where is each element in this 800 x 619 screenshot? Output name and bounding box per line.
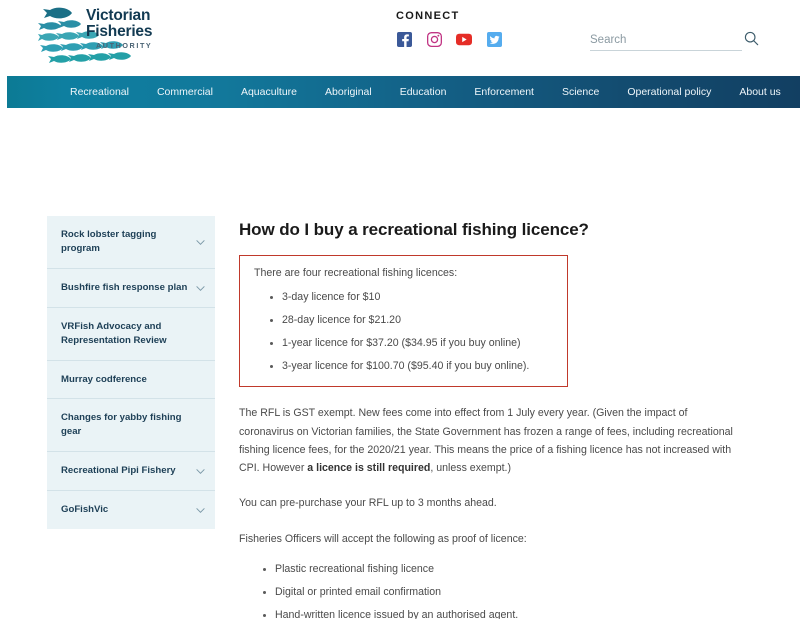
youtube-icon[interactable] <box>456 31 472 47</box>
facebook-icon[interactable] <box>396 31 412 47</box>
page-root: Victorian Fisheries AUTHORITY CONNECT Se… <box>0 0 800 619</box>
connect-block: CONNECT <box>396 10 536 47</box>
logo-authority: AUTHORITY <box>96 40 153 50</box>
chevron-down-icon <box>196 240 205 245</box>
paragraph-proof-intro: Fisheries Officers will accept the follo… <box>239 532 527 545</box>
licence-required-emphasis: a licence is still required <box>307 462 431 475</box>
chevron-down-icon <box>196 285 205 291</box>
logo-wordmark: Victorian Fisheries AUTHORITY <box>86 8 152 49</box>
paragraph-prepurchase: You can pre-purchase your RFL up to 3 mo… <box>239 497 497 510</box>
twitter-icon[interactable] <box>486 31 502 47</box>
licence-callout-box: There are four recreational fishing lice… <box>239 255 568 388</box>
nav-item-science[interactable]: Science <box>548 86 613 98</box>
gst-text-part-2: , unless exempt.) <box>430 462 512 475</box>
sidebar-item-murray-codference[interactable]: Murray codference <box>47 361 215 400</box>
list-item: Hand-written licence issued by an author… <box>263 608 739 619</box>
list-item: Digital or printed email confirmation <box>263 585 739 601</box>
nav-item-about-us[interactable]: About us <box>725 86 794 98</box>
instagram-icon[interactable] <box>426 31 442 47</box>
social-links <box>396 31 536 47</box>
site-logo[interactable]: Victorian Fisheries AUTHORITY <box>38 4 163 70</box>
nav-item-enforcement[interactable]: Enforcement <box>460 86 548 98</box>
connect-title: CONNECT <box>396 10 460 22</box>
sidebar-item-label: Recreational Pipi Fishery <box>61 465 176 477</box>
nav-item-recreational[interactable]: Recreational <box>56 86 143 98</box>
nav-item-commercial[interactable]: Commercial <box>143 86 227 98</box>
list-item: 3-year licence for $100.70 ($95.40 if yo… <box>270 359 553 375</box>
main-navigation: Recreational Commercial Aquaculture Abor… <box>0 76 800 108</box>
sidebar-item-label: Changes for yabby fishing gear <box>61 412 182 438</box>
page-title: How do I buy a recreational fishing lice… <box>239 220 589 239</box>
nav-item-aquaculture[interactable]: Aquaculture <box>227 86 311 98</box>
logo-line-2: Fisheries <box>86 22 153 40</box>
proof-of-licence-list: Plastic recreational fishing licence Dig… <box>239 562 739 619</box>
nav-item-aboriginal[interactable]: Aboriginal <box>311 86 386 98</box>
site-header: Victorian Fisheries AUTHORITY CONNECT <box>0 0 800 76</box>
article-body: How do I buy a recreational fishing lice… <box>239 220 739 619</box>
search-icon[interactable] <box>744 30 759 46</box>
callout-intro: There are four recreational fishing lice… <box>254 267 458 279</box>
list-item: Plastic recreational fishing licence <box>263 562 739 578</box>
licence-list: 3-day licence for $10 28-day licence for… <box>254 290 553 375</box>
chevron-down-icon <box>196 508 205 514</box>
nav-item-operational-policy[interactable]: Operational policy <box>613 86 725 98</box>
sidebar-item-bushfire-fish-response-plan[interactable]: Bushfire fish response plan <box>47 269 215 308</box>
sidebar-item-rock-lobster-tagging-program[interactable]: Rock lobster tagging program <box>47 216 215 269</box>
sidebar-item-changes-for-yabby-fishing-gear[interactable]: Changes for yabby fishing gear <box>47 399 215 453</box>
sidebar-menu: Rock lobster tagging program Bushfire fi… <box>47 216 215 530</box>
sidebar-item-label: VRFish Advocacy and Representation Revie… <box>61 320 167 346</box>
sidebar-item-label: Bushfire fish response plan <box>61 281 188 293</box>
sidebar-item-label: Rock lobster tagging program <box>61 229 157 254</box>
nav-item-education[interactable]: Education <box>386 86 461 98</box>
logo-line-1: Victorian <box>86 7 151 24</box>
paragraph-gst-exempt: The RFL is GST exempt. New fees come int… <box>239 404 739 477</box>
search-box[interactable] <box>590 30 759 51</box>
sidebar-item-label: GoFishVic <box>61 504 109 516</box>
list-item: 3-day licence for $10 <box>270 290 553 306</box>
list-item: 1-year licence for $37.20 ($34.95 if you… <box>270 336 553 352</box>
list-item: 28-day licence for $21.20 <box>270 313 553 329</box>
sidebar-item-vrfish-advocacy-and-representation-review[interactable]: VRFish Advocacy and Representation Revie… <box>47 308 215 361</box>
search-input[interactable] <box>590 34 744 46</box>
sidebar-item-label: Murray codference <box>61 373 147 385</box>
sidebar-item-recreational-pipi-fishery[interactable]: Recreational Pipi Fishery <box>47 452 215 492</box>
sidebar-item-gofishvic[interactable]: GoFishVic <box>47 491 215 529</box>
chevron-down-icon <box>196 469 205 475</box>
